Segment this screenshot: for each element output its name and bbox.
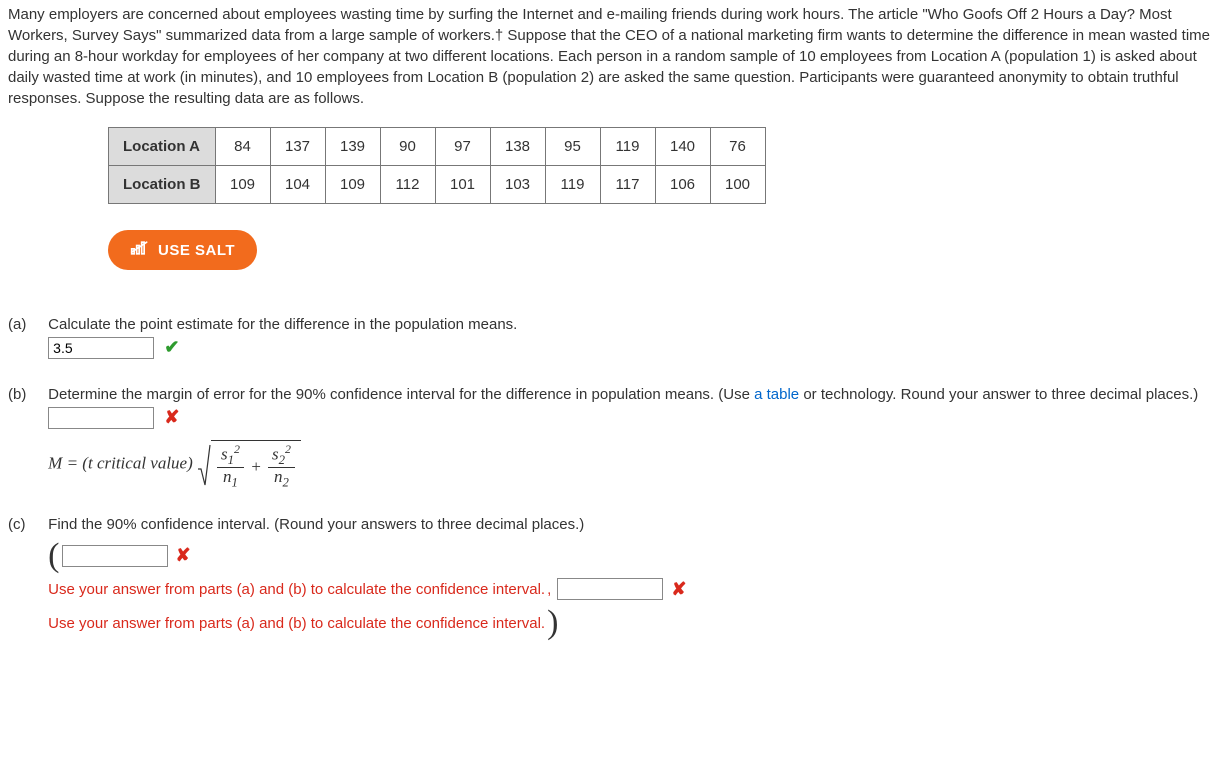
cell: 140 [655,128,710,166]
cell: 137 [270,128,325,166]
cell: 76 [710,128,765,166]
cell: 112 [380,166,435,204]
part-a: (a) Calculate the point estimate for the… [8,314,1220,360]
cell: 101 [435,166,490,204]
cell: 90 [380,128,435,166]
problem-intro: Many employers are concerned about emplo… [8,4,1218,109]
part-c-input-upper[interactable] [557,578,663,600]
check-icon: ✔ [164,337,179,357]
margin-formula: M = (t critical value) s12 n1 + s22 n2 [48,440,1198,489]
cell: 138 [490,128,545,166]
cell: 95 [545,128,600,166]
part-b-label: (b) [8,384,44,405]
table-row: Location A 84 137 139 90 97 138 95 119 1… [109,128,766,166]
cell: 109 [215,166,270,204]
part-c-input-lower[interactable] [62,545,168,567]
part-a-prompt: Calculate the point estimate for the dif… [48,316,517,333]
cell: 104 [270,166,325,204]
part-c-prompt: Find the 90% confidence interval. (Round… [48,516,584,533]
part-b-input[interactable] [48,407,154,429]
part-b: (b) Determine the margin of error for th… [8,384,1220,490]
part-b-prompt-post: or technology. Round your answer to thre… [799,386,1198,403]
table-link[interactable]: a table [754,386,799,403]
row-label-b: Location B [109,166,216,204]
data-table: Location A 84 137 139 90 97 138 95 119 1… [108,127,766,204]
row-label-a: Location A [109,128,216,166]
cell: 103 [490,166,545,204]
use-salt-button[interactable]: USE SALT [108,230,257,270]
table-row: Location B 109 104 109 112 101 103 119 1… [109,166,766,204]
part-c-label: (c) [8,514,44,535]
part-c: (c) Find the 90% confidence interval. (R… [8,514,1220,640]
part-b-prompt-pre: Determine the margin of error for the 90… [48,386,754,403]
open-paren: ( [48,539,59,573]
cell: 139 [325,128,380,166]
cross-icon: ✘ [671,577,686,602]
radical-icon [197,443,211,487]
cross-icon: ✘ [164,407,179,427]
part-a-label: (a) [8,314,44,335]
cell: 100 [710,166,765,204]
stats-icon [130,240,150,260]
part-c-hint-1: Use your answer from parts (a) and (b) t… [48,579,545,600]
close-paren: ) [547,606,558,640]
part-c-hint-2: Use your answer from parts (a) and (b) t… [48,613,545,634]
cell: 117 [600,166,655,204]
cell: 119 [600,128,655,166]
cell: 109 [325,166,380,204]
part-a-input[interactable] [48,337,154,359]
cell: 84 [215,128,270,166]
use-salt-label: USE SALT [158,242,235,259]
cross-icon: ✘ [176,543,191,568]
cell: 119 [545,166,600,204]
cell: 97 [435,128,490,166]
cell: 106 [655,166,710,204]
